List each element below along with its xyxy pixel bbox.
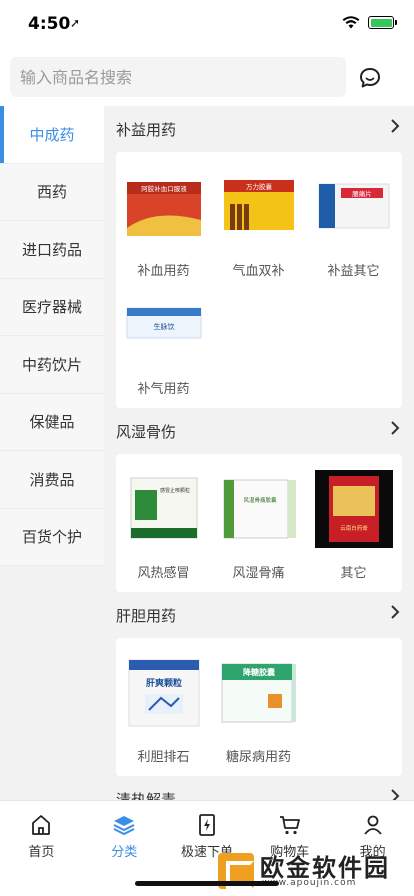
product-label: 其它 [340,566,367,581]
product-image: 万力胶囊 [220,168,298,246]
category-header[interactable]: 补益用药 [104,106,414,152]
category-header[interactable]: 肝胆用药 [104,592,414,638]
product-box-text: 腰痛片 [352,189,372,198]
location-arrow-icon: ➚ [70,16,81,30]
sidebar-item-western-medicine[interactable]: 西药 [0,164,104,221]
sidebar-item-imported-drugs[interactable]: 进口药品 [0,221,104,279]
product-box-text: 感冒止咳颗粒 [159,487,189,494]
category-title: 肝胆用药 [116,607,177,625]
sidebar-item-label: 医疗器械 [21,298,82,317]
category-product-grid: 阿胶补血口服液 补血用药 万力胶囊 气血双补 腰痛片 补益其它 生脉饮 补气用药 [116,152,402,408]
product-image: 云南白药膏 [314,470,393,548]
tab-label: 分类 [111,845,138,860]
product-label: 利胆排石 [137,750,190,765]
chevron-right-icon [391,789,400,800]
product-label: 糖尿病用药 [225,750,291,765]
sidebar-item-personal-care[interactable]: 百货个护 [0,509,104,566]
search-bar [0,48,414,106]
lightning-order-icon [199,814,215,836]
product-item[interactable]: 肝爽颗粒 利胆排石 [116,648,211,766]
category-title: 补益用药 [116,121,177,139]
product-item[interactable]: 降糖胶囊 糖尿病用药 [211,648,306,766]
category-sidebar: 中成药 西药 进口药品 医疗器械 中药饮片 保健品 消费品 百货个护 [0,106,104,566]
product-image: 生脉饮 [125,286,203,364]
sidebar-item-label: 百货个护 [21,528,82,547]
category-header[interactable]: 清热解毒 [104,776,414,800]
product-item[interactable]: 感冒止咳颗粒 风热感冒 [116,464,211,582]
sidebar-item-chinese-patent-medicine[interactable]: 中成药 [0,106,104,164]
sidebar-item-label: 进口药品 [21,240,82,259]
product-label: 补血用药 [137,264,190,279]
sidebar-item-label: 中成药 [29,125,75,144]
search-input[interactable] [10,57,346,97]
sidebar-item-label: 保健品 [29,413,75,432]
category-title: 清热解毒 [116,791,177,800]
product-box-text: 降糖胶囊 [243,667,276,677]
status-bar: 4:50 ➚ [0,0,414,48]
product-item[interactable]: 生脉饮 补气用药 [116,280,211,398]
product-image: 风湿骨痛胶囊 [220,470,298,548]
category-content: 补益用药 阿胶补血口服液 补血用药 万力胶囊 气血双补 腰痛片 补益其它 生脉饮… [104,106,414,800]
product-item[interactable]: 腰痛片 补益其它 [306,162,401,280]
message-icon[interactable] [356,64,384,92]
product-image: 肝爽颗粒 [125,654,203,732]
chevron-right-icon [391,421,400,435]
sidebar-item-medical-devices[interactable]: 医疗器械 [0,279,104,336]
product-image: 腰痛片 [315,168,393,246]
cart-icon [279,816,300,835]
product-image: 阿胶补血口服液 [125,168,203,246]
product-box-text: 云南白药膏 [340,524,368,532]
sidebar-item-label: 西药 [36,183,67,202]
product-image: 感冒止咳颗粒 [125,470,203,548]
status-time: 4:50 [28,14,71,34]
product-label: 补气用药 [137,382,190,397]
product-box-text: 风湿骨痛胶囊 [243,496,277,504]
category-product-grid: 感冒止咳颗粒 风热感冒 风湿骨痛胶囊 风湿骨痛 云南白药膏 其它 [116,454,402,592]
tab-home[interactable]: 首页 [0,801,83,896]
user-icon [363,815,382,835]
product-label: 补益其它 [327,264,380,279]
product-item[interactable]: 阿胶补血口服液 补血用药 [116,162,211,280]
product-label: 风湿骨痛 [232,566,285,581]
product-box-text: 生脉饮 [153,322,174,331]
product-box-text: 肝爽颗粒 [145,677,181,689]
product-label: 气血双补 [232,264,285,279]
watermark: 欧金软件园 www.apoujin.com [218,846,414,896]
sidebar-item-herbal-pieces[interactable]: 中药饮片 [0,336,104,394]
product-box-text: 万力胶囊 [246,182,273,191]
sidebar-item-consumer-goods[interactable]: 消费品 [0,451,104,509]
sidebar-item-label: 中药饮片 [21,355,82,374]
product-label: 风热感冒 [137,566,190,581]
category-title: 风湿骨伤 [116,423,177,441]
layers-icon [113,816,135,836]
product-box-text: 阿胶补血口服液 [141,184,187,193]
sidebar-item-label: 消费品 [29,470,75,489]
sidebar-item-health-products[interactable]: 保健品 [0,394,104,451]
category-product-grid: 肝爽颗粒 利胆排石 降糖胶囊 糖尿病用药 [116,638,402,776]
status-icons [342,16,397,29]
tab-label: 首页 [28,845,55,860]
home-indicator [135,881,279,886]
product-item[interactable]: 风湿骨痛胶囊 风湿骨痛 [211,464,306,582]
chevron-right-icon [391,605,400,619]
product-item[interactable]: 万力胶囊 气血双补 [211,162,306,280]
product-item[interactable]: 云南白药膏 其它 [306,464,401,582]
chevron-right-icon [391,119,400,133]
wifi-icon [342,16,360,29]
product-image: 降糖胶囊 [220,654,298,732]
battery-icon [368,16,397,29]
home-icon [32,815,51,835]
category-header[interactable]: 风湿骨伤 [104,408,414,454]
